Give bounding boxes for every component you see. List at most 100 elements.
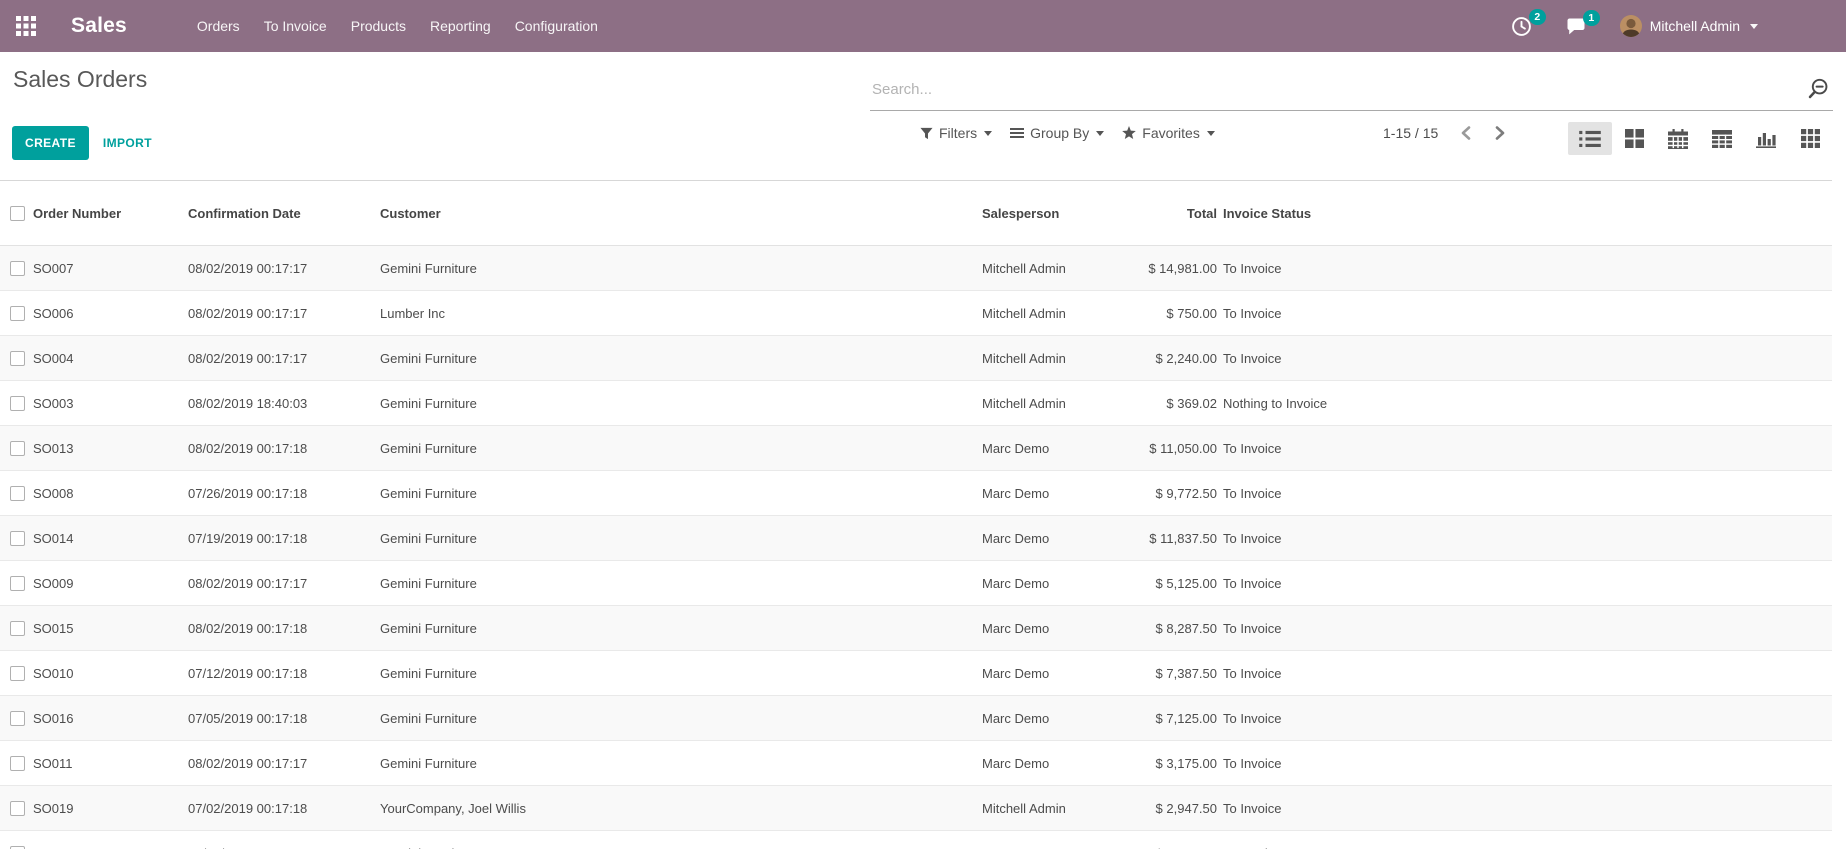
view-button-kanban[interactable] [1612, 122, 1656, 155]
row-checkbox[interactable] [10, 396, 25, 411]
table-row[interactable]: SO019 07/02/2019 00:17:18 YourCompany, J… [0, 786, 1832, 831]
import-button[interactable]: IMPORT [101, 126, 154, 160]
row-checkbox[interactable] [10, 306, 25, 321]
salesperson-cell: Marc Demo [982, 621, 1102, 636]
column-header-salesperson[interactable]: Salesperson [982, 206, 1102, 221]
invoice-status-cell: To Invoice [1217, 846, 1832, 849]
confirmation-date-cell: 08/02/2019 00:17:17 [188, 261, 380, 276]
navbar-menu-item[interactable]: Reporting [420, 12, 501, 40]
navbar-menu-item[interactable]: To Invoice [254, 12, 337, 40]
search-icon [1805, 76, 1831, 102]
salesperson-cell: Mitchell Admin [982, 396, 1102, 411]
table-row[interactable]: SO008 07/26/2019 00:17:18 Gemini Furnitu… [0, 471, 1832, 516]
table-row[interactable]: SO009 08/02/2019 00:17:17 Gemini Furnitu… [0, 561, 1832, 606]
table-row[interactable]: SO015 08/02/2019 00:17:18 Gemini Furnitu… [0, 606, 1832, 651]
total-cell: $ 3,175.00 [1102, 756, 1217, 771]
table-row[interactable]: SO011 08/02/2019 00:17:17 Gemini Furnitu… [0, 741, 1832, 786]
column-header-total[interactable]: Total [1102, 206, 1217, 221]
activities-button[interactable]: 2 [1511, 16, 1532, 37]
select-all-checkbox[interactable] [10, 206, 25, 221]
row-checkbox[interactable] [10, 351, 25, 366]
apps-menu-button[interactable] [15, 15, 37, 37]
group-by-dropdown[interactable]: Group By [1010, 125, 1104, 141]
favorites-dropdown[interactable]: Favorites [1122, 125, 1215, 141]
confirmation-date-cell: 01/25/2019 00:17:18 [188, 846, 380, 849]
user-name: Mitchell Admin [1650, 18, 1740, 34]
view-button-calendar[interactable] [1656, 122, 1700, 155]
customer-cell: Gemini Furniture [380, 846, 982, 849]
customer-cell: Gemini Furniture [380, 351, 982, 366]
navbar-menu-item[interactable]: Products [341, 12, 416, 40]
row-checkbox[interactable] [10, 441, 25, 456]
order-number-cell: SO004 [33, 351, 188, 366]
row-checkbox[interactable] [10, 801, 25, 816]
view-button-pivot[interactable] [1700, 122, 1744, 155]
invoice-status-cell: To Invoice [1217, 306, 1832, 321]
column-header-order-number[interactable]: Order Number [33, 206, 188, 221]
messages-button[interactable]: 1 [1566, 17, 1586, 36]
pager-previous-button[interactable] [1460, 125, 1472, 141]
search-options-button[interactable] [1805, 76, 1833, 102]
salesperson-cell: Marc Demo [982, 531, 1102, 546]
table-row[interactable]: SO010 07/12/2019 00:17:18 Gemini Furnitu… [0, 651, 1832, 696]
page-title: Sales Orders [13, 66, 147, 93]
table-row[interactable]: SO013 08/02/2019 00:17:18 Gemini Furnitu… [0, 426, 1832, 471]
column-header-confirmation-date[interactable]: Confirmation Date [188, 206, 380, 221]
chevron-down-icon [1096, 131, 1104, 136]
table-row[interactable]: SO003 08/02/2019 18:40:03 Gemini Furnitu… [0, 381, 1832, 426]
row-checkbox[interactable] [10, 486, 25, 501]
view-button-graph[interactable] [1744, 122, 1788, 155]
column-header-invoice-status[interactable]: Invoice Status [1217, 206, 1832, 221]
customer-cell: Gemini Furniture [380, 261, 982, 276]
row-checkbox[interactable] [10, 531, 25, 546]
row-checkbox[interactable] [10, 576, 25, 591]
table-row[interactable]: SO007 08/02/2019 00:17:17 Gemini Furnitu… [0, 246, 1832, 291]
pager-next-button[interactable] [1494, 125, 1506, 141]
order-number-cell: SO009 [33, 576, 188, 591]
row-checkbox[interactable] [10, 756, 25, 771]
table-row[interactable]: SO006 08/02/2019 00:17:17 Lumber Inc Mit… [0, 291, 1832, 336]
invoice-status-cell: To Invoice [1217, 351, 1832, 366]
row-checkbox[interactable] [10, 261, 25, 276]
view-button-activity[interactable] [1788, 122, 1832, 155]
column-header-customer[interactable]: Customer [380, 206, 982, 221]
invoice-status-cell: To Invoice [1217, 621, 1832, 636]
customer-cell: Gemini Furniture [380, 441, 982, 456]
invoice-status-cell: To Invoice [1217, 711, 1832, 726]
invoice-status-cell: To Invoice [1217, 801, 1832, 816]
confirmation-date-cell: 07/26/2019 00:17:18 [188, 486, 380, 501]
row-select-cell [0, 711, 33, 726]
row-checkbox[interactable] [10, 666, 25, 681]
table-row[interactable]: SO017 01/25/2019 00:17:18 Gemini Furnitu… [0, 831, 1832, 849]
control-panel: Sales Orders CREATE IMPORT Filters [0, 52, 1846, 180]
search-input[interactable] [870, 81, 1805, 98]
table-row[interactable]: SO004 08/02/2019 00:17:17 Gemini Furnitu… [0, 336, 1832, 381]
confirmation-date-cell: 07/19/2019 00:17:18 [188, 531, 380, 546]
row-select-cell [0, 351, 33, 366]
row-checkbox[interactable] [10, 846, 25, 849]
pager: 1-15 / 15 [1383, 125, 1506, 141]
filters-dropdown[interactable]: Filters [920, 125, 992, 141]
user-menu-button[interactable]: Mitchell Admin [1620, 15, 1758, 37]
navbar-menu-item[interactable]: Orders [187, 12, 250, 40]
apps-grid-icon [16, 16, 36, 36]
app-name[interactable]: Sales [71, 14, 127, 38]
row-checkbox[interactable] [10, 711, 25, 726]
search-options-row: Filters Group By Favorites [920, 125, 1215, 141]
star-icon [1122, 126, 1136, 140]
navbar-menu-item[interactable]: Configuration [505, 12, 608, 40]
table-row[interactable]: SO016 07/05/2019 00:17:18 Gemini Furnitu… [0, 696, 1832, 741]
total-cell: $ 5,085.00 [1102, 846, 1217, 849]
confirmation-date-cell: 08/02/2019 00:17:17 [188, 306, 380, 321]
confirmation-date-cell: 07/12/2019 00:17:18 [188, 666, 380, 681]
salesperson-cell: Marc Demo [982, 846, 1102, 849]
customer-cell: Gemini Furniture [380, 756, 982, 771]
total-cell: $ 5,125.00 [1102, 576, 1217, 591]
row-checkbox[interactable] [10, 621, 25, 636]
salesperson-cell: Marc Demo [982, 441, 1102, 456]
view-button-list[interactable] [1568, 122, 1612, 155]
table-row[interactable]: SO014 07/19/2019 00:17:18 Gemini Furnitu… [0, 516, 1832, 561]
sales-orders-table: Order Number Confirmation Date Customer … [0, 180, 1832, 849]
salesperson-cell: Marc Demo [982, 711, 1102, 726]
create-button[interactable]: CREATE [12, 126, 89, 160]
